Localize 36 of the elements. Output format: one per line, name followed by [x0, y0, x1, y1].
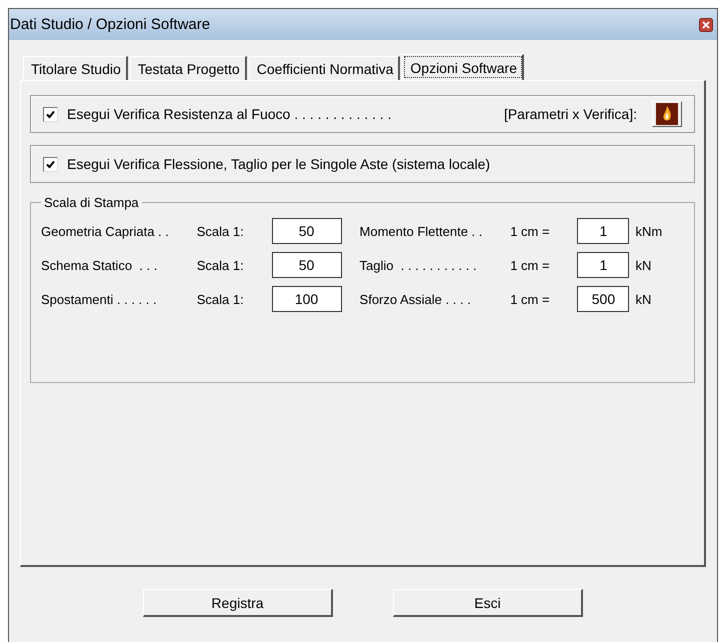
input-field[interactable]: 100 [272, 286, 342, 312]
unit-label: kN [635, 258, 652, 272]
unit-label: kNm [635, 224, 664, 238]
field-label: 1 cm = [510, 224, 551, 238]
field-label: Scala 1: [196, 258, 245, 272]
tab[interactable]: Opzioni Software [402, 54, 524, 80]
unit-label: kN [635, 292, 652, 306]
dialog-button[interactable]: Esci [393, 589, 583, 617]
dialog-button[interactable]: Registra [143, 589, 333, 617]
input-field[interactable]: 1 [577, 218, 630, 244]
checkbox-label: Esegui Verifica Flessione, Taglio per le Singole Aste (sistema locale) [67, 156, 490, 172]
window-title: Dati Studio / Opzioni Software [10, 16, 210, 33]
input-field[interactable]: 1 [577, 252, 630, 278]
field-label: Schema Statico . . . [41, 258, 158, 272]
input-field[interactable]: 50 [272, 252, 342, 278]
field-label: 1 cm = [510, 258, 551, 272]
tab[interactable]: Testata Progetto [130, 56, 247, 80]
checkbox-label: Esegui Verifica Resistenza al Fuoco . . . . . . . . . . . . . [67, 106, 392, 122]
input-field[interactable]: 500 [577, 286, 630, 312]
close-icon[interactable] [699, 18, 713, 32]
tab[interactable]: Coefficienti Normativa [248, 56, 400, 80]
field-label: Sforzo Assiale . . . . [360, 292, 472, 306]
flame-button[interactable] [652, 101, 682, 127]
input-field[interactable]: 50 [272, 218, 342, 244]
field-label: Momento Flettente . . [360, 224, 484, 238]
field-label: Scala 1: [196, 292, 245, 306]
group-title: Scala di Stampa [43, 195, 140, 210]
field-label: Spostamenti . . . . . . [41, 292, 158, 306]
field-label: Taglio . . . . . . . . . . . [360, 258, 478, 272]
field-label: Geometria Capriata . . [41, 224, 170, 238]
tab[interactable]: Titolare Studio [23, 56, 128, 80]
checkbox[interactable] [43, 106, 58, 122]
field-label: 1 cm = [510, 292, 551, 306]
checkbox[interactable] [43, 156, 58, 172]
parameters-label: [Parametri x Verifica]: [504, 106, 637, 122]
field-label: Scala 1: [196, 224, 245, 238]
